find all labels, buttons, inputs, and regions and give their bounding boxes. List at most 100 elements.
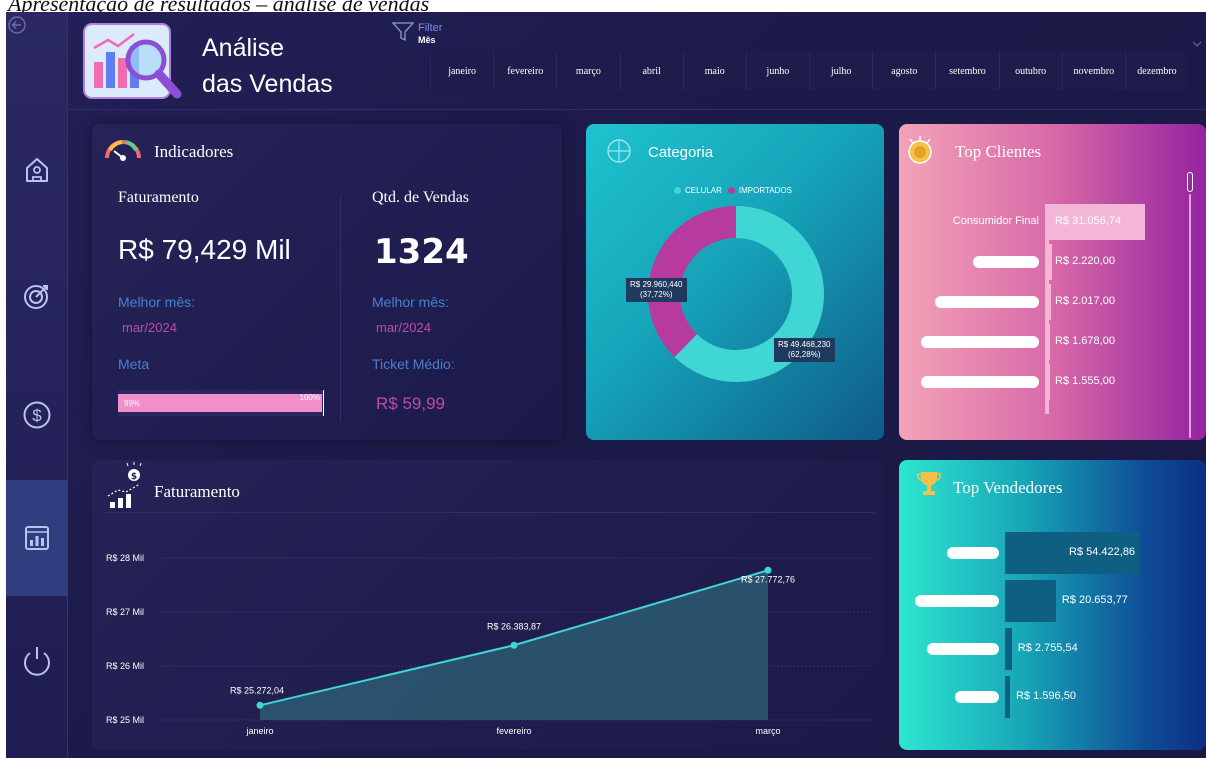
seller-name-redacted [915,595,999,607]
y-tick-label: R$ 28 Mil [106,553,144,563]
month-button[interactable]: junho [745,52,809,90]
dollar-icon: $ [23,401,51,429]
month-button[interactable]: abril [619,52,683,90]
sales-analysis-logo [83,23,182,99]
target-icon [24,285,48,309]
seller-name-redacted [955,691,999,703]
back-arrow-icon[interactable] [7,15,27,35]
month-slicer: janeiro fevereiro março abril maio junho julho… [430,52,1188,90]
seller-row[interactable]: R$ 1.596,50 [899,676,1199,718]
month-button[interactable]: agosto [872,52,935,90]
y-tick-label: R$ 25 Mil [106,715,144,725]
meta-target-line [323,390,324,416]
sidebar-item-analise[interactable] [6,480,68,596]
celular-data-label: R$ 49.468,230 (62,28%) [774,338,835,362]
categoria-card: Categoria CELULAR IMPORTADOS R$ 29.960,4… [586,124,884,440]
indicadores-divider [340,194,341,422]
sidebar-item-sair[interactable] [6,630,68,690]
melhor-mes-label: Melhor mês: [118,294,196,310]
month-button[interactable]: fevereiro [493,52,556,90]
client-value: R$ 2.017,00 [1055,295,1115,307]
seller-row[interactable]: R$ 20.653,77 [899,580,1199,622]
melhor-mes-qtd-label: Melhor mês: [372,294,450,310]
seller-value: R$ 54.422,86 [1069,546,1136,558]
client-value-bar [1045,324,1051,360]
data-point[interactable] [764,566,772,574]
seller-value: R$ 1.596,50 [1016,690,1076,702]
client-name-redacted [973,256,1039,268]
client-value: R$ 31.056,74 [1055,215,1122,227]
data-label: R$ 26.383,87 [487,621,541,631]
meta-progress-bar: 99% 100% [118,390,324,416]
top-clientes-card: Top Clientes Consumidor Final R$ 31.056,7… [899,124,1206,440]
top-clientes-title: Top Clientes [955,142,1042,161]
client-row[interactable]: R$ 1.678,00 [899,324,1199,360]
client-name-redacted [921,336,1039,348]
meta-progress-label: 99% [124,399,141,408]
data-point[interactable] [256,701,264,709]
seller-value-bar [1005,580,1056,622]
seller-row[interactable]: R$ 2.755,54 [899,628,1199,670]
client-name: Consumidor Final [952,215,1039,227]
ticket-medio-value: R$ 59,99 [376,394,445,413]
month-button[interactable]: março [556,52,619,90]
data-point[interactable] [510,641,518,649]
importados-data-label: R$ 29.960,440 (37,72%) [626,278,687,302]
app-title-line1: Análise [202,34,284,62]
month-button[interactable]: dezembro [1124,52,1188,90]
month-button[interactable]: outubro [998,52,1062,90]
indicadores-title: Indicadores [154,142,234,161]
qtd-vendas-label: Qtd. de Vendas [372,189,470,206]
home-icon [26,158,48,182]
client-row[interactable]: R$ 2.220,00 [899,244,1199,280]
seller-row[interactable]: R$ 54.422,86 [899,532,1199,574]
month-button[interactable]: janeiro [430,52,493,90]
data-label: R$ 27.772,76 [741,574,795,584]
gauge-icon [105,140,141,161]
client-row[interactable]: R$ 2.017,00 [899,284,1199,320]
chevron-down-icon[interactable] [1192,40,1202,48]
qtd-vendas-value: 1324 [374,232,469,272]
client-row[interactable]: R$ 1.555,00 [899,364,1199,400]
client-value-bar [1045,244,1053,280]
month-button[interactable]: julho [809,52,872,90]
client-value-bar [1045,364,1050,400]
filter-label: Filter [418,22,443,34]
sidebar-item-metas[interactable] [6,266,68,326]
sidebar-item-home[interactable] [6,140,68,200]
faturamento-area-chart: R$ 25 Mil R$ 26 Mil R$ 27 Mil R$ 28 Mil R$ 2… [106,553,872,736]
month-button[interactable]: novembro [1061,52,1125,90]
y-tick-label: R$ 27 Mil [106,607,144,617]
seller-value-bar [1005,676,1010,718]
power-icon [24,647,50,676]
scrollbar[interactable] [1187,172,1193,192]
melhor-mes-qtd: mar/2024 [376,320,431,335]
seller-value-bar [1005,628,1012,670]
sidebar-item-financeiro[interactable]: $ [6,385,68,445]
meta-label: Meta [118,356,150,372]
seller-name-redacted [927,643,999,655]
report-icon [25,526,49,550]
top-vendedores-card: Top Vendedores R$ 54.422,86 R$ 20.653,77 R… [899,460,1206,750]
client-row[interactable]: Consumidor Final R$ 31.056,74 [899,204,1199,240]
faturamento-label: Faturamento [118,189,199,206]
indicadores-card: Indicadores Faturamento R$ 79,429 Mil Me… [92,124,562,440]
meta-progress-fill [118,394,322,412]
data-label: R$ 25.272,04 [230,685,284,695]
client-name-redacted [921,376,1039,388]
client-value: R$ 1.678,00 [1055,335,1115,347]
month-button[interactable]: maio [682,52,746,90]
x-tick-label: março [755,726,780,736]
x-tick-label: janeiro [245,726,273,736]
header: Análise das Vendas Filter Mês janeiro fev… [68,12,1206,110]
app-title-line2: das Vendas [202,70,333,98]
seller-value: R$ 20.653,77 [1061,594,1128,606]
ticket-medio-label: Ticket Médio: [372,356,455,372]
svg-text:$: $ [32,406,42,425]
sidebar: $ [6,12,68,758]
faturamento-value: R$ 79,429 Mil [118,234,291,265]
y-tick-label: R$ 26 Mil [106,661,144,671]
melhor-mes-faturamento: mar/2024 [122,320,177,335]
month-button[interactable]: setembro [935,52,998,90]
client-value-bar [1045,284,1052,320]
